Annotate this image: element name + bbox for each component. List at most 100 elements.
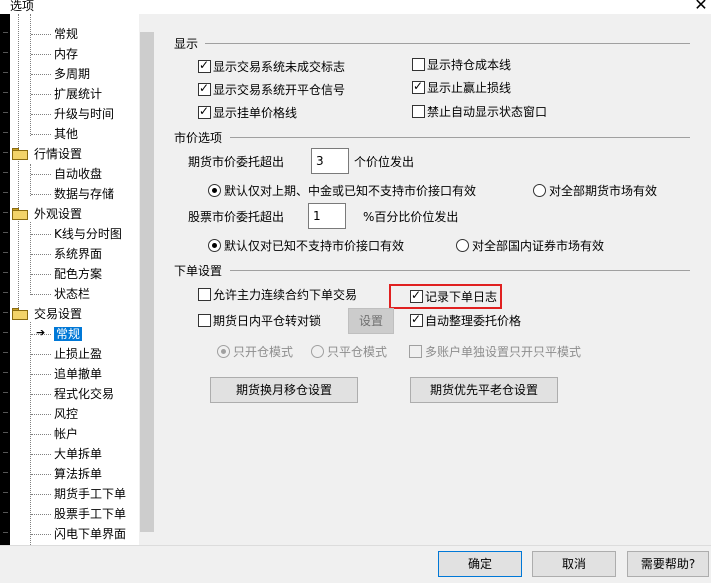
tree-item[interactable]: 股票手工下单 [54,504,126,524]
rollover-settings-button[interactable]: 期货换月移仓设置 [210,377,358,403]
strip-tick [3,492,8,493]
tree-item-label: 行情设置 [34,147,83,161]
ok-button[interactable]: 确定 [438,551,522,577]
open-close-signal-checkbox[interactable] [198,81,211,96]
open-only-mode-radio[interactable] [217,345,230,358]
futures-ticks-suffix: 个价位发出 [354,155,415,169]
tree-item[interactable]: 内存 [54,44,78,64]
tree-item-label: 风控 [54,407,79,421]
main-contract-label[interactable]: 允许主力连续合约下单交易 [213,286,357,303]
close-icon[interactable]: ✕ [692,0,710,14]
tree-item[interactable]: 自动收盘 [54,164,102,184]
order-price-line-checkbox[interactable] [198,104,211,119]
position-cost-line-label[interactable]: 显示持仓成本线 [427,56,511,73]
tree-item[interactable]: 程式化交易 [54,384,114,404]
tree-item[interactable]: 期货手工下单 [54,484,126,504]
tree-branch-line [31,194,51,195]
order-price-line-label[interactable]: 显示挂单价格线 [213,104,297,121]
futures-default-scope-label[interactable]: 默认仅对上期、中金或已知不支持市价接口有效 [224,182,476,199]
folder-icon [12,148,28,160]
tree-branch-line [31,394,51,395]
tree-item-label: 帐户 [54,427,79,441]
tree-item[interactable]: 追单撤单 [54,364,102,384]
title-bar [0,0,711,14]
tree-item[interactable]: K线与分时图 [54,224,122,244]
intraday-lock-checkbox[interactable] [198,314,211,327]
futures-ticks-input[interactable]: 3 [311,148,349,174]
tree-item[interactable]: 系统界面 [54,244,102,264]
close-only-mode-label[interactable]: 只平仓模式 [327,343,387,360]
tree-item[interactable]: 止损止盈 [54,344,102,364]
main-contract-checkbox[interactable] [198,288,211,301]
tree-item[interactable]: 状态栏 [54,284,90,304]
multi-account-mode-label[interactable]: 多账户单独设置只开只平模式 [425,343,581,360]
tree-item[interactable]: 扩展统计 [54,84,102,104]
strip-tick [3,232,8,233]
intraday-lock-label[interactable]: 期货日内平仓转对锁 [213,312,321,329]
tree-item[interactable]: 其他 [54,124,78,144]
tree-item[interactable]: 帐户 [54,424,78,444]
tree-scrollbar-thumb[interactable] [140,32,154,532]
tree-item[interactable]: 闪电下单界面 [54,524,126,544]
stock-default-scope-label[interactable]: 默认仅对已知不支持市价接口有效 [224,237,404,254]
record-log-checkbox[interactable] [410,288,423,303]
tree-item-label: 止损止盈 [54,347,103,361]
tree-item-label: 常规 [54,327,83,341]
stock-all-markets-label[interactable]: 对全部国内证券市场有效 [472,237,604,254]
tree-item[interactable]: 风控 [54,404,78,424]
tree-item[interactable]: 多周期 [54,64,90,84]
multi-account-mode-checkbox[interactable] [409,345,422,358]
stock-all-markets-radio[interactable] [456,239,469,252]
tree-folder[interactable]: 行情设置 [34,144,82,164]
setup-button[interactable]: 设置 [348,308,394,334]
futures-all-markets-radio[interactable] [533,184,546,197]
tree-scrollbar[interactable] [139,14,155,545]
tree-branch-line [31,534,51,535]
tree-branch-line [31,74,51,75]
tree-item[interactable]: 配色方案 [54,264,102,284]
tree-item-label: 扩展统计 [54,87,103,101]
order-settings-section-header: 下单设置 [174,264,223,278]
open-only-mode-label[interactable]: 只开仓模式 [233,343,293,360]
open-close-signal-label[interactable]: 显示交易系统开平仓信号 [213,81,345,98]
auto-tidy-price-checkbox[interactable] [410,312,423,327]
tree-item[interactable]: 算法拆单 [54,464,102,484]
tree-item-label: 股票手工下单 [54,507,127,521]
strip-tick [3,152,8,153]
position-cost-line-checkbox[interactable] [412,58,425,71]
folder-icon [12,208,28,220]
close-old-first-settings-button[interactable]: 期货优先平老仓设置 [410,377,558,403]
record-log-label[interactable]: 记录下单日志 [425,288,497,305]
tree-folder[interactable]: 外观设置 [34,204,82,224]
tree-item[interactable]: 常规 [54,324,83,344]
section-divider [230,270,690,271]
tp-sl-line-label[interactable]: 显示止赢止损线 [427,79,511,96]
tp-sl-line-checkbox[interactable] [412,79,425,94]
stock-default-scope-radio[interactable] [208,239,221,252]
unfilled-marker-checkbox[interactable] [198,58,211,73]
cancel-button[interactable]: 取消 [532,551,616,577]
display-section-header: 显示 [174,37,199,51]
disable-status-window-label[interactable]: 禁止自动显示状态窗口 [427,103,547,120]
tree-folder[interactable]: 交易设置 [34,304,82,324]
tree-item[interactable]: 常规 [54,24,78,44]
disable-status-window-checkbox[interactable] [412,105,425,118]
futures-all-markets-label[interactable]: 对全部期货市场有效 [549,182,657,199]
auto-tidy-price-label[interactable]: 自动整理委托价格 [425,312,521,329]
tree-branch-line [31,354,51,355]
tree-branch-line [31,94,51,95]
close-only-mode-radio[interactable] [311,345,324,358]
options-tree[interactable]: 常规 内存 多周期 扩展统计 升级与时间 其他 行情设置 自动收盘 数据与存储 外观设置 K线与分时… [10,14,155,545]
tree-branch-line [31,254,51,255]
tree-item[interactable]: 数据与存储 [54,184,114,204]
tree-item[interactable]: 大单拆单 [54,444,102,464]
stock-percent-input[interactable]: 1 [308,203,346,229]
strip-tick [3,332,8,333]
tree-item-label: 外观设置 [34,207,83,221]
unfilled-marker-label[interactable]: 显示交易系统未成交标志 [213,58,345,75]
futures-default-scope-radio[interactable] [208,184,221,197]
tree-guide-line [18,14,19,312]
tree-item[interactable]: 升级与时间 [54,104,114,124]
help-button[interactable]: 需要帮助? [627,551,709,577]
strip-tick [3,512,8,513]
